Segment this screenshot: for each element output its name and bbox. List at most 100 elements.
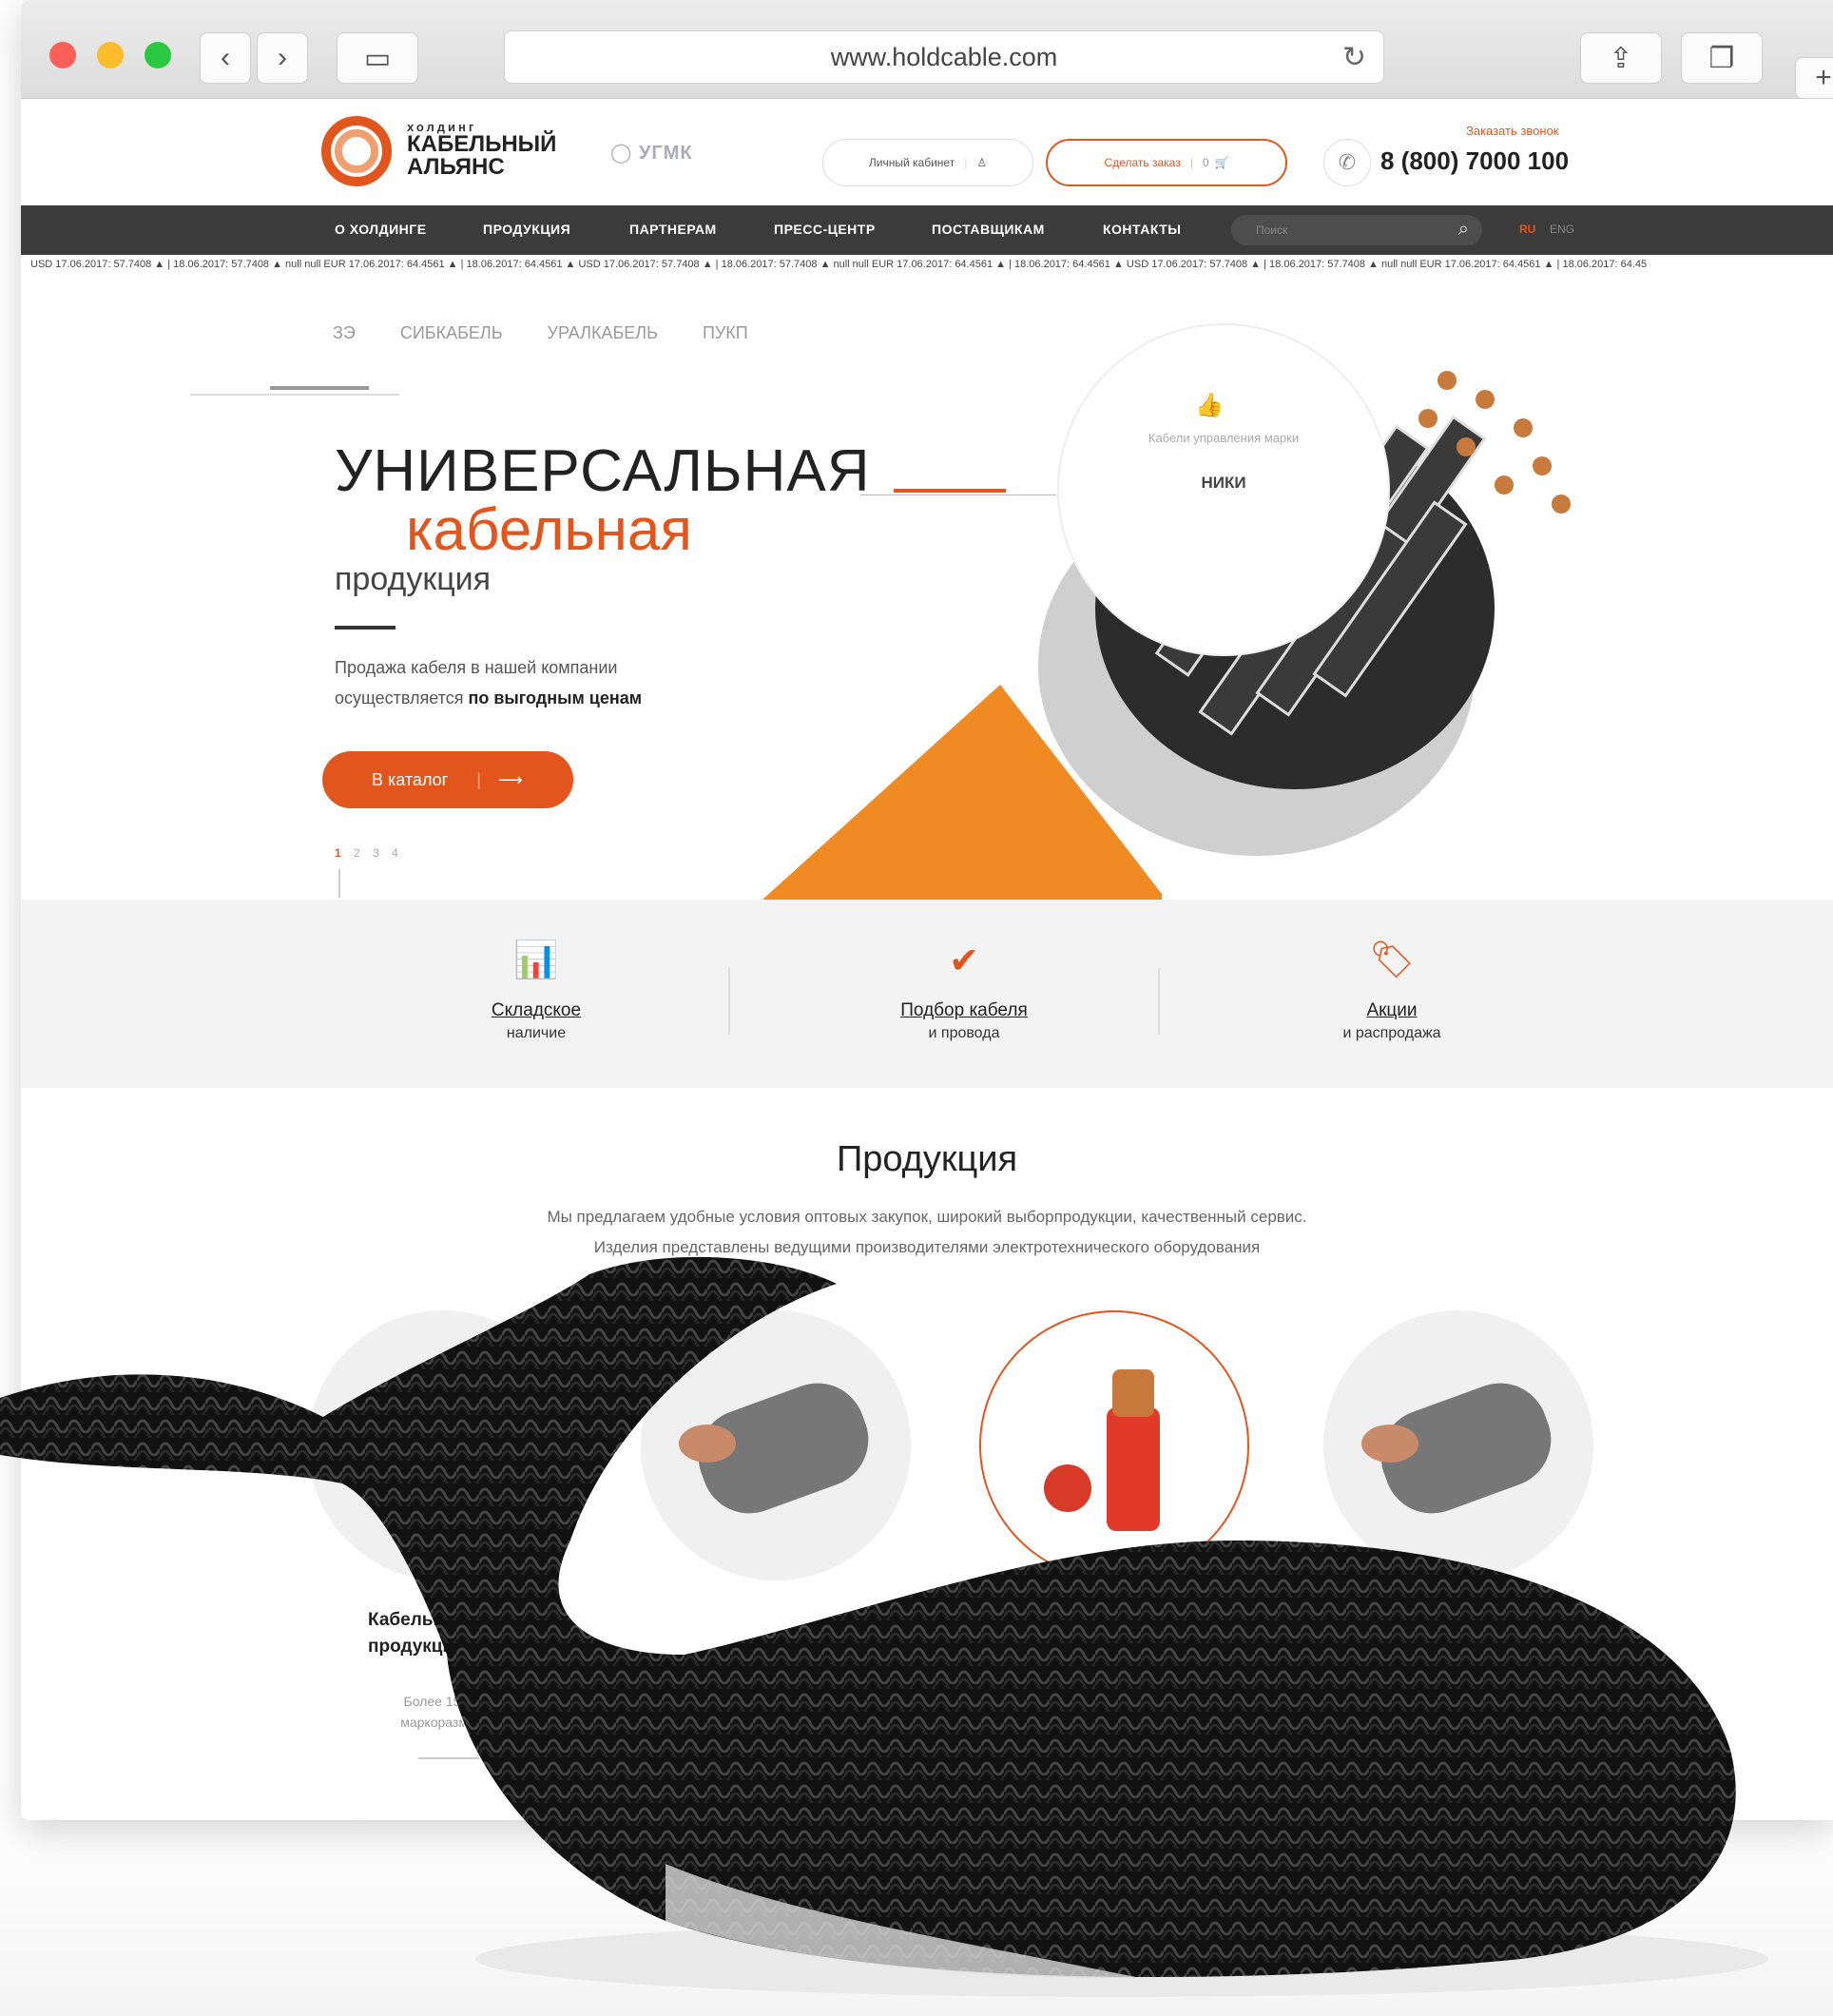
slide-pager: 1 2 3 4 — [335, 846, 408, 860]
cabinet-label: Личный кабинет — [868, 156, 955, 169]
cart-count: 0 — [1202, 156, 1209, 169]
browser-toolbar: ‹ › ▭ www.holdcable.com ↻ ⇪ ❐ + — [21, 0, 1833, 99]
cabinet-button[interactable]: Личный кабинет | ♙ — [822, 139, 1033, 186]
hero-title-line-3: продукция — [335, 561, 492, 597]
search-icon[interactable]: ⌕ — [1458, 219, 1469, 241]
phone-number[interactable]: 8 (800) 7000 100 — [1380, 146, 1569, 176]
nav-item-press[interactable]: ПРЕСС-ЦЕНТР — [774, 222, 876, 237]
info-title: НИКИ — [1201, 474, 1246, 492]
logo-text: КАБЕЛЬНЫЙ АЛЬЯНС — [407, 133, 556, 179]
partner-logo-icon: ◯ — [610, 143, 639, 164]
feature-sales[interactable]: 🏷 Акции и распродажа — [1249, 900, 1534, 1042]
nav-item-products[interactable]: ПРОДУКЦИЯ — [483, 222, 570, 237]
brand-logo[interactable]: УРАЛКАБЕЛЬ — [548, 323, 658, 342]
tabs-icon: ❐ — [1708, 42, 1735, 74]
info-caption: Кабели управления марки — [1148, 431, 1300, 445]
feature-subtitle: наличие — [506, 1025, 567, 1041]
url-text: www.holdcable.com — [830, 42, 1058, 71]
products-desc-line-2: Изделия представлены ведущими производит… — [593, 1238, 1261, 1256]
feature-stock[interactable]: 📊 Складское наличие — [394, 900, 679, 1042]
pager-dot[interactable]: 3 — [373, 846, 379, 860]
feature-subtitle: и распродажа — [1342, 1025, 1441, 1041]
hero-title-line-2: кабельная — [406, 497, 692, 563]
hero-desc-line-2: осуществляется по выгодным ценам — [335, 688, 642, 708]
nav-item-holding[interactable]: О ХОЛДИНГЕ — [335, 222, 427, 237]
tag-icon: 🏷 — [1368, 940, 1416, 980]
partner-logo-text: УГМК — [638, 143, 693, 164]
hero-desc-prefix: осуществляется — [335, 688, 469, 708]
products-desc-line-1: Мы предлагаем удобные условия оптовых за… — [547, 1208, 1307, 1226]
pager-ticks — [338, 869, 396, 898]
thumbs-up-icon: 👍 — [1195, 393, 1224, 418]
plus-icon: + — [1815, 62, 1832, 93]
cart-icon: 🛒 — [1214, 156, 1229, 169]
currency-ticker: USD 17.06.2017: 57.7408 ▲ | 18.06.2017: … — [30, 259, 1648, 270]
new-tab-button[interactable]: + — [1795, 57, 1833, 99]
chevron-left-icon: ‹ — [221, 42, 230, 73]
share-button[interactable]: ⇪ — [1580, 32, 1662, 84]
nav-item-contacts[interactable]: КОНТАКТЫ — [1103, 222, 1181, 237]
search-placeholder: Поиск — [1256, 223, 1288, 237]
logo-mark-inner — [335, 129, 378, 173]
feature-subtitle: и провода — [928, 1025, 1000, 1041]
order-button[interactable]: Сделать заказ | 0 🛒 — [1046, 139, 1287, 186]
check-circle-icon: ✔ — [949, 941, 979, 981]
minimize-window-button[interactable] — [97, 42, 124, 68]
lang-ru[interactable]: RU — [1519, 223, 1535, 236]
features-band: 📊 Складское наличие ✔ Подбор кабеля и пр… — [21, 900, 1833, 1088]
hero-desc-bold: по выгодным ценам — [468, 688, 643, 708]
hero-desc-line-1: Продажа кабеля в нашей компании — [335, 658, 618, 677]
divider — [728, 968, 730, 1035]
brand-logo[interactable]: СИБКАБЕЛЬ — [400, 323, 503, 342]
pager-dot[interactable]: 4 — [392, 846, 398, 860]
phone-icon[interactable]: ✆ — [1323, 139, 1371, 186]
forward-button[interactable]: › — [257, 32, 308, 84]
divider — [860, 494, 1056, 495]
divider — [894, 489, 1006, 493]
catalog-button-label: В каталог — [372, 769, 449, 789]
feature-selection[interactable]: ✔ Подбор кабеля и провода — [821, 900, 1107, 1042]
brand-logos: ЗЭ СИБКАБЕЛЬ УРАЛКАБЕЛЬ ПУКП — [333, 323, 788, 343]
logo-line-2: АЛЬЯНС — [407, 154, 505, 180]
divider: | — [476, 769, 481, 789]
address-bar[interactable]: www.holdcable.com ↻ — [504, 30, 1384, 84]
products-title: Продукция — [836, 1139, 1018, 1179]
sidebar-icon: ▭ — [363, 42, 392, 74]
divider: | — [964, 156, 968, 169]
lang-en[interactable]: ENG — [1550, 223, 1574, 236]
divider: | — [1189, 156, 1193, 169]
nav-item-suppliers[interactable]: ПОСТАВЩИКАМ — [932, 222, 1045, 237]
user-icon: ♙ — [976, 156, 988, 169]
divider — [1158, 968, 1160, 1035]
divider — [190, 394, 399, 396]
maximize-window-button[interactable] — [145, 42, 171, 68]
chevron-right-icon: › — [278, 42, 287, 73]
chart-icon: 📊 — [513, 940, 559, 980]
feature-title: Складское — [491, 1000, 582, 1020]
order-label: Сделать заказ — [1104, 156, 1181, 169]
callback-link[interactable]: Заказать звонок — [1466, 124, 1558, 138]
arrow-right-icon: ⟶ — [497, 769, 523, 789]
divider — [335, 626, 396, 630]
feature-title: Акции — [1366, 1000, 1418, 1020]
logo[interactable]: холдинг КАБЕЛЬНЫЙ АЛЬЯНС — [321, 112, 597, 188]
share-icon: ⇪ — [1609, 42, 1633, 74]
divider — [270, 386, 369, 390]
brand-logo[interactable]: ПУКП — [703, 323, 748, 342]
main-nav: О ХОЛДИНГЕ ПРОДУКЦИЯ ПАРТНЕРАМ ПРЕСС-ЦЕН… — [21, 205, 1833, 255]
search-input[interactable]: Поиск ⌕ — [1231, 215, 1482, 245]
logo-line-1: КАБЕЛЬНЫЙ — [407, 131, 557, 157]
partner-logo[interactable]: ◯ УГМК — [610, 141, 693, 165]
close-window-button[interactable] — [49, 42, 76, 68]
pager-dot[interactable]: 1 — [335, 846, 341, 860]
catalog-button[interactable]: В каталог | ⟶ — [322, 751, 573, 808]
brand-logo[interactable]: ЗЭ — [333, 323, 356, 342]
reload-icon[interactable]: ↻ — [1342, 41, 1366, 74]
site-header: холдинг КАБЕЛЬНЫЙ АЛЬЯНС ◯ УГМК Личный к… — [21, 99, 1833, 205]
tabs-button[interactable]: ❐ — [1681, 32, 1763, 84]
back-button[interactable]: ‹ — [200, 32, 251, 84]
sidebar-toggle-button[interactable]: ▭ — [337, 32, 418, 84]
pager-dot[interactable]: 2 — [354, 846, 360, 860]
feature-title: Подбор кабеля — [900, 1000, 1028, 1020]
nav-item-partners[interactable]: ПАРТНЕРАМ — [629, 222, 717, 237]
